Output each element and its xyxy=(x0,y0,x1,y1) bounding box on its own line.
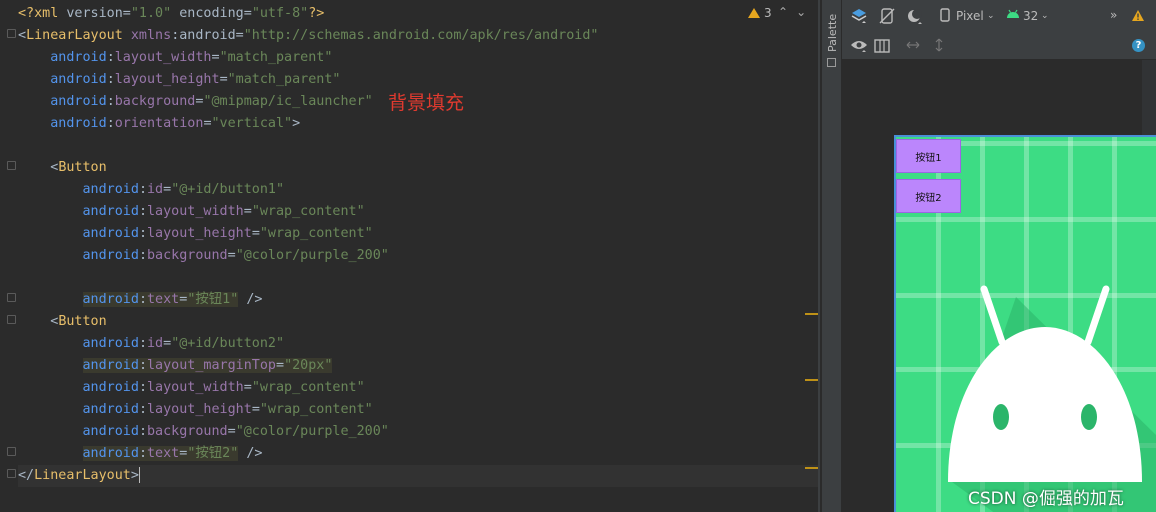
code-line[interactable]: android:orientation="vertical"> xyxy=(18,113,820,135)
code-line[interactable]: </LinearLayout> xyxy=(18,465,820,487)
fold-marker[interactable] xyxy=(7,161,16,170)
code-line[interactable]: android:layout_width="wrap_content" xyxy=(18,377,820,399)
csdn-watermark: CSDN @倔强的加瓦 xyxy=(968,489,1124,509)
design-toolbar: Pixel ⌄ 32 ⌄ » xyxy=(842,0,1156,32)
code-line[interactable]: android:id="@+id/button1" xyxy=(18,179,820,201)
fold-marker[interactable] xyxy=(7,447,16,456)
layers-icon[interactable] xyxy=(850,7,868,25)
code-line[interactable]: android:background="@color/purple_200" xyxy=(18,245,820,267)
fold-marker[interactable] xyxy=(7,29,16,38)
code-line[interactable]: android:background="@color/purple_200" xyxy=(18,421,820,443)
code-line[interactable]: android:id="@+id/button2" xyxy=(18,333,820,355)
fold-marker[interactable] xyxy=(7,469,16,478)
device-selector[interactable]: Pixel xyxy=(956,9,984,23)
layout-design-pane[interactable]: Pixel ⌄ 32 ⌄ » ? 按钮1 按钮2 xyxy=(842,0,1156,512)
code-line[interactable]: android:layout_height="wrap_content" xyxy=(18,223,820,245)
device-icon[interactable] xyxy=(940,8,950,22)
warning-marker[interactable] xyxy=(805,467,818,469)
palette-label: Palette xyxy=(826,14,839,53)
palette-grid-icon xyxy=(827,58,836,67)
night-mode-icon[interactable] xyxy=(906,7,924,25)
android-icon xyxy=(1006,9,1020,19)
warning-marker[interactable] xyxy=(805,313,818,315)
code-line[interactable]: <Button xyxy=(18,311,820,333)
palette-side-tab[interactable]: Palette xyxy=(822,0,842,512)
code-line[interactable]: <LinearLayout xmlns:android="http://sche… xyxy=(18,25,820,47)
eye-icon[interactable] xyxy=(850,39,868,53)
overflow-chevron-icon[interactable]: » xyxy=(1110,8,1117,22)
preview-button1[interactable]: 按钮1 xyxy=(896,139,961,173)
warning-icon xyxy=(748,8,760,18)
code-line[interactable]: android:text="按钮1" /> xyxy=(18,289,820,311)
chevron-down-icon[interactable]: ⌄ xyxy=(987,11,995,21)
code-line[interactable]: android:layout_marginTop="20px" xyxy=(18,355,820,377)
fold-marker[interactable] xyxy=(7,315,16,324)
design-toolbar-secondary: ? xyxy=(842,32,1156,60)
scrollbar-thumb[interactable] xyxy=(1145,64,1153,90)
annotation-text: 背景填充 xyxy=(388,92,465,114)
code-line[interactable]: <?xml version="1.0" encoding="utf-8"?> xyxy=(18,3,820,25)
error-stripe[interactable] xyxy=(803,0,818,512)
vertical-resize-icon xyxy=(934,38,944,52)
preview-button2[interactable]: 按钮2 xyxy=(896,179,961,213)
blueprint-icon[interactable] xyxy=(874,38,890,54)
code-line[interactable] xyxy=(18,135,820,157)
pane-divider[interactable] xyxy=(818,0,820,512)
editor-gutter xyxy=(0,0,18,512)
api-level-selector[interactable]: 32 xyxy=(1023,9,1038,23)
chevron-up-icon[interactable]: ⌃ xyxy=(778,5,796,19)
chevron-down-icon[interactable]: ⌄ xyxy=(1041,11,1049,21)
code-line[interactable]: <Button xyxy=(18,157,820,179)
inspection-warnings[interactable]: 3 xyxy=(748,6,772,20)
code-line[interactable]: android:layout_height="wrap_content" xyxy=(18,399,820,421)
fold-marker[interactable] xyxy=(7,293,16,302)
layout-preview[interactable]: 按钮1 按钮2 xyxy=(894,135,1156,512)
xml-code-editor[interactable]: <?xml version="1.0" encoding="utf-8"?> <L… xyxy=(0,0,820,512)
code-line[interactable] xyxy=(18,267,820,289)
orientation-icon[interactable] xyxy=(878,7,896,25)
horizontal-resize-icon xyxy=(906,40,920,50)
code-line[interactable]: android:layout_width="wrap_content" xyxy=(18,201,820,223)
warning-icon[interactable] xyxy=(1131,9,1145,22)
code-area[interactable]: <?xml version="1.0" encoding="utf-8"?> <L… xyxy=(18,3,820,487)
code-line[interactable]: android:layout_width="match_parent" xyxy=(18,47,820,69)
code-line[interactable]: android:text="按钮2" /> xyxy=(18,443,820,465)
warning-count: 3 xyxy=(764,6,772,20)
help-icon[interactable]: ? xyxy=(1132,39,1145,52)
text-cursor xyxy=(138,467,140,483)
warning-marker[interactable] xyxy=(805,379,818,381)
